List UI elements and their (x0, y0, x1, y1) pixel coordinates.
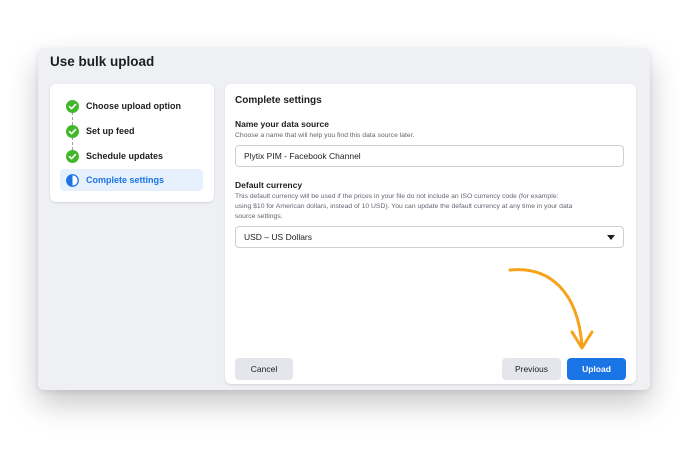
step-label: Schedule updates (86, 151, 164, 161)
step-set-up-feed[interactable]: Set up feed (60, 120, 203, 142)
steps-sidebar: Choose upload option Set up feed Schedul… (50, 84, 214, 202)
half-circle-icon (66, 173, 79, 187)
cancel-button[interactable]: Cancel (235, 358, 293, 380)
currency-help-line-3: source settings. (235, 213, 283, 220)
data-source-help: Choose a name that will help you find th… (235, 132, 415, 139)
data-source-label: Name your data source (235, 119, 330, 129)
panel-title: Complete settings (235, 95, 322, 106)
caret-down-icon (607, 235, 615, 240)
previous-button[interactable]: Previous (502, 358, 561, 380)
check-circle-icon (66, 124, 79, 138)
upload-button[interactable]: Upload (567, 358, 626, 380)
currency-help-line-1: This default currency will be used if th… (235, 193, 559, 200)
step-label: Complete settings (86, 175, 165, 185)
dialog-title: Use bulk upload (50, 54, 155, 69)
step-label: Choose upload option (86, 101, 181, 111)
step-choose-upload-option[interactable]: Choose upload option (60, 95, 203, 117)
curved-arrow-icon (508, 268, 594, 350)
check-circle-icon (66, 149, 79, 163)
step-complete-settings[interactable]: Complete settings (60, 169, 203, 191)
currency-select[interactable]: USD – US Dollars (235, 226, 624, 248)
currency-selected-value: USD – US Dollars (244, 232, 313, 242)
step-schedule-updates[interactable]: Schedule updates (60, 145, 203, 167)
check-circle-icon (66, 99, 79, 113)
default-currency-label: Default currency (235, 180, 303, 190)
step-label: Set up feed (86, 126, 135, 136)
data-source-name-input[interactable] (235, 145, 624, 167)
currency-help-line-2: using $10 for American dollars, instead … (235, 203, 573, 210)
